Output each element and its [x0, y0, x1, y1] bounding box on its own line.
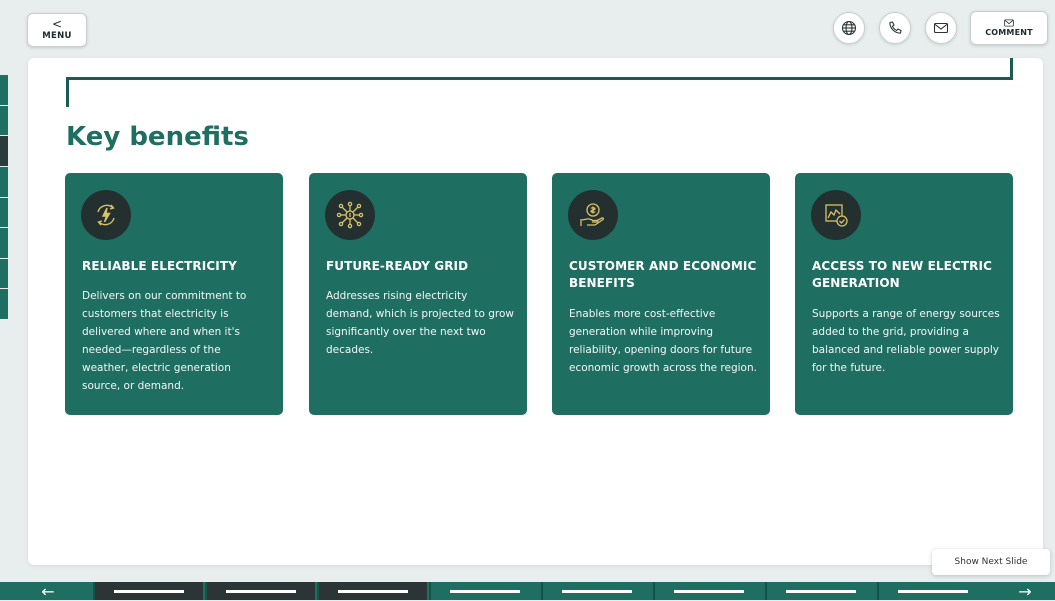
benefit-card-future-ready-grid: FUTURE-READY GRID Addresses rising elect…	[309, 173, 527, 415]
card-description: Enables more cost-effective generation w…	[569, 308, 757, 374]
map-check-icon	[811, 190, 861, 240]
card-description: Addresses rising electricity demand, whi…	[326, 290, 514, 356]
email-button[interactable]	[925, 12, 957, 44]
benefit-card-customer-economic: CUSTOMER AND ECONOMIC BENEFITS Enables m…	[552, 173, 770, 415]
arrow-right-icon: →	[1018, 581, 1032, 601]
frame-line-top	[66, 77, 1013, 80]
slide-thumbnail[interactable]	[205, 582, 315, 600]
card-title: FUTURE-READY GRID	[326, 259, 469, 273]
network-hub-icon	[325, 190, 375, 240]
page-title: Key benefits	[66, 122, 249, 152]
slide-thumbnail[interactable]	[653, 582, 763, 600]
mail-icon	[933, 22, 949, 34]
benefit-card-reliable-electricity: RELIABLE ELECTRICITY Delivers on our com…	[65, 173, 283, 415]
chevron-left-icon: <	[51, 17, 63, 31]
card-title: RELIABLE ELECTRICITY	[82, 259, 237, 273]
menu-label: MENU	[42, 31, 72, 41]
comment-button[interactable]: COMMENT	[970, 11, 1048, 45]
arrow-left-icon: ←	[41, 581, 55, 601]
slide-thumbnail[interactable]	[317, 582, 427, 600]
hand-coin-icon	[568, 190, 618, 240]
card-description: Supports a range of energy sources added…	[812, 308, 1000, 374]
globe-icon	[841, 20, 857, 36]
slide-progress-strip	[0, 75, 8, 320]
slide-thumbnail[interactable]	[429, 582, 539, 600]
lightning-cycle-icon	[81, 190, 131, 240]
comment-label: COMMENT	[985, 28, 1033, 37]
website-button[interactable]	[833, 12, 865, 44]
slide-thumbnail[interactable]	[93, 582, 203, 600]
slide-navigation-bar: ← →	[0, 581, 1055, 601]
phone-button[interactable]	[879, 12, 911, 44]
slide-thumbnail[interactable]	[877, 582, 987, 600]
card-title: CUSTOMER AND ECONOMIC BENEFITS	[569, 259, 757, 290]
benefit-card-new-generation: ACCESS TO NEW ELECTRIC GENERATION Suppor…	[795, 173, 1013, 415]
slide-panel: Key benefits RELIABLE ELECTRICITY Delive…	[28, 58, 1043, 565]
card-title: ACCESS TO NEW ELECTRIC GENERATION	[812, 259, 992, 290]
next-slide-button[interactable]: →	[995, 581, 1055, 601]
next-slide-tooltip: Show Next Slide	[932, 549, 1050, 575]
mail-icon	[1004, 19, 1014, 27]
slide-thumbnail[interactable]	[765, 582, 875, 600]
frame-line-right	[1010, 58, 1013, 80]
card-description: Delivers on our commitment to customers …	[82, 290, 247, 392]
previous-slide-button[interactable]: ←	[18, 581, 78, 601]
phone-icon	[889, 21, 902, 34]
menu-button[interactable]: < MENU	[27, 13, 87, 47]
frame-line-left	[66, 77, 69, 107]
slide-thumbnail[interactable]	[541, 582, 651, 600]
